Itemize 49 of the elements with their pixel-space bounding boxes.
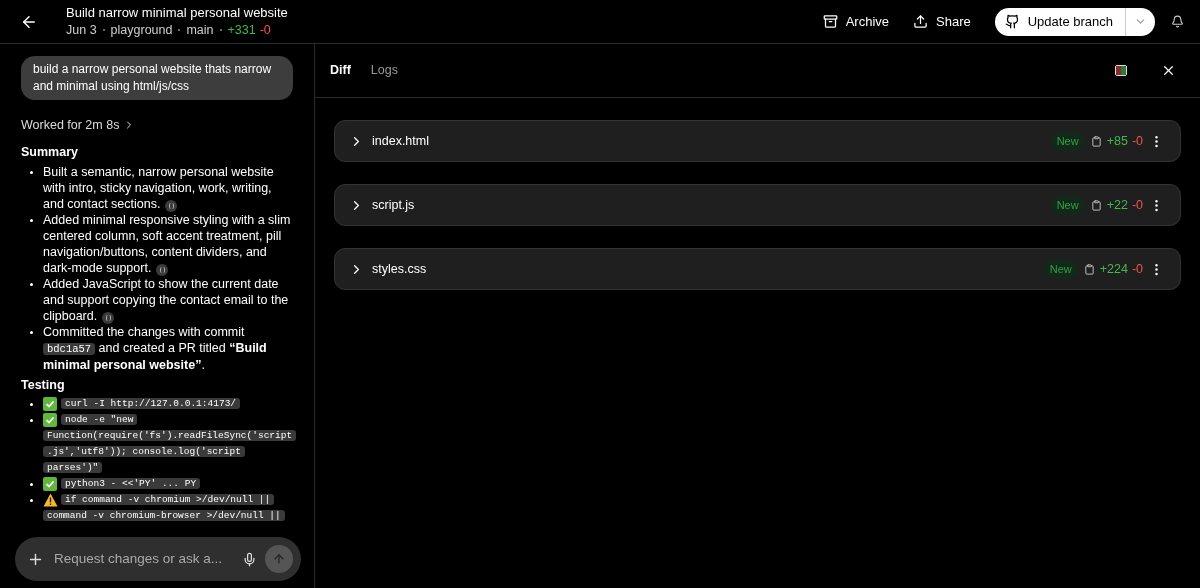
notifications-button[interactable]: [1171, 15, 1184, 28]
message-input[interactable]: Request changes or ask a...: [54, 548, 234, 570]
panel-tab[interactable]: Logs: [370, 61, 398, 80]
task-title: Build narrow minimal personal website: [66, 5, 288, 21]
microphone-icon[interactable]: [242, 551, 257, 567]
deletions-count: -0: [1131, 260, 1143, 278]
task-date: Jun 3: [66, 22, 97, 38]
file-row[interactable]: script.js New +22 -0: [334, 184, 1181, 226]
testing-heading: Testing: [21, 376, 66, 394]
summary-heading: Summary: [21, 143, 79, 161]
update-branch-button[interactable]: Update branch: [994, 7, 1125, 36]
panel-tab[interactable]: Diff: [330, 61, 351, 80]
split-view-icon[interactable]: [1115, 65, 1127, 76]
file-name: index.html: [372, 132, 429, 150]
summary-item: Added JavaScript to show the current date and support copying the contact email to the clipboard.: [43, 275, 290, 324]
share-button[interactable]: Share: [913, 11, 971, 32]
additions-count: +224: [1099, 260, 1128, 278]
github-icon: [1004, 14, 1020, 29]
clipboard-icon[interactable]: [1083, 263, 1095, 275]
file-row[interactable]: styles.css New +224 -0: [334, 248, 1181, 290]
archive-icon: [822, 14, 838, 29]
file-row[interactable]: index.html New +85 -0: [334, 120, 1181, 162]
arrow-up-icon: [272, 552, 286, 566]
close-icon: [1161, 63, 1176, 78]
summary-item: Built a semantic, narrow personal website with intro, sticky navigation, work, writing, and contact sections.: [43, 163, 275, 212]
deletions-count: -0: [1131, 132, 1143, 150]
new-badge: New: [1050, 130, 1085, 152]
additions-count: +85: [1106, 132, 1128, 150]
deletions-count: -0: [259, 22, 271, 38]
clipboard-icon[interactable]: [1090, 199, 1102, 211]
bell-icon: [1171, 15, 1184, 28]
summary-item: Added minimal responsive styling with a slim centered column, soft accent treatment, pill navigation/buttons, content dividers, and dark-mode support.: [43, 211, 292, 276]
branch-name: main: [186, 22, 214, 38]
composer-field[interactable]: Request changes or ask a...: [15, 537, 301, 581]
file-name: styles.css: [372, 260, 427, 278]
new-badge: New: [1050, 194, 1085, 216]
archive-button[interactable]: Archive: [822, 11, 889, 32]
close-button[interactable]: [1161, 63, 1176, 78]
additions-count: +331: [227, 22, 256, 38]
additions-count: +22: [1106, 196, 1128, 214]
new-badge: New: [1043, 258, 1078, 280]
summary-item: Committed the changes with commit bdc1a57 and created a PR titled “Build minimal personal website”.: [43, 323, 268, 373]
repo-name: playground: [110, 22, 173, 38]
clipboard-icon[interactable]: [1090, 135, 1102, 147]
worked-toggle[interactable]: Worked for 2m 8s: [21, 116, 136, 135]
prompt-bubble: build a narrow personal website thats narrow and minimal using html/js/css: [21, 56, 293, 100]
file-name: script.js: [372, 196, 415, 214]
deletions-count: -0: [1131, 196, 1143, 214]
share-icon: [913, 14, 928, 29]
